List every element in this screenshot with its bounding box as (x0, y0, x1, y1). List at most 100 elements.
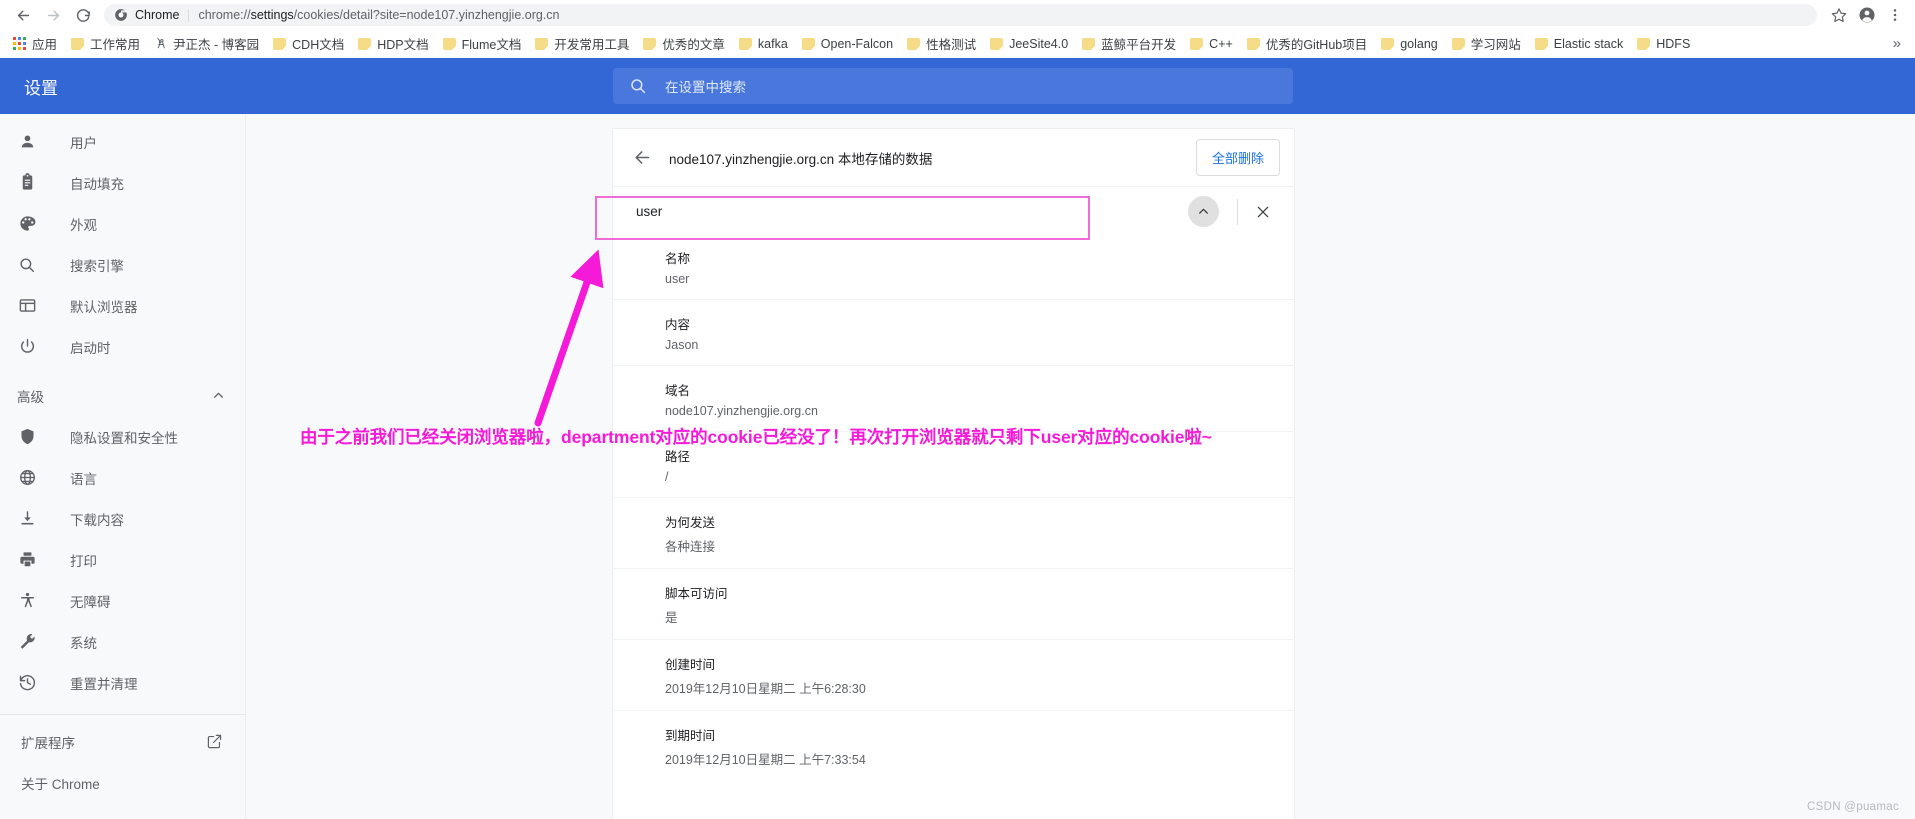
sidebar-item-label: 隐私设置和安全性 (70, 430, 178, 446)
bookmark-item-label: 优秀的GitHub项目 (1265, 38, 1368, 52)
sidebar-item[interactable]: 默认浏览器 (0, 285, 245, 326)
bookmark-item[interactable]: C++ (1183, 33, 1240, 55)
sidebar-divider (0, 714, 245, 715)
download-icon (17, 509, 37, 529)
settings-search-placeholder: 在设置中搜索 (665, 80, 746, 95)
folder-icon (1190, 37, 1204, 50)
search-row-separator (1237, 198, 1238, 225)
power-icon (17, 337, 37, 357)
sidebar-item[interactable]: 自动填充 (0, 162, 245, 203)
bookmark-item-label: 优秀的文章 (662, 38, 725, 52)
sidebar-item-label: 语言 (70, 471, 97, 487)
bookmark-item-label: CDH文档 (292, 38, 345, 52)
bookmark-item-label: HDP文档 (377, 38, 429, 52)
bookmark-item[interactable]: golang (1374, 33, 1445, 55)
folder-icon (990, 37, 1004, 50)
collapse-button[interactable] (1188, 196, 1219, 227)
three-dot-menu-icon[interactable] (1881, 0, 1909, 30)
omnibox-scheme-label: Chrome (135, 8, 180, 22)
bookmark-item[interactable]: 优秀的文章 (636, 33, 732, 55)
settings-brand[interactable]: 设置 (24, 58, 58, 114)
back-button[interactable] (8, 0, 38, 30)
bookmark-item-label: HDFS (1656, 36, 1691, 51)
sidebar-item-label: 搜索引擎 (70, 258, 124, 274)
bookmark-item[interactable]: Elastic stack (1528, 33, 1630, 55)
person-icon (17, 132, 37, 152)
cookie-detail-value: node107.yinzhengjie.org.cn (665, 404, 818, 418)
bookmark-item-label: Elastic stack (1553, 36, 1624, 51)
cookie-detail-row: 脚本可访问是 (613, 568, 1294, 639)
history-restore-icon (17, 673, 37, 693)
sidebar-item[interactable]: 启动时 (0, 326, 245, 367)
chrome-logo-icon (114, 8, 128, 22)
profile-avatar-icon[interactable] (1853, 0, 1881, 30)
bookmark-item[interactable]: 尹正杰 - 博客园 (147, 33, 266, 55)
clipboard-icon (17, 173, 37, 193)
card-back-button[interactable] (627, 143, 657, 173)
bookmark-item-label: 开发常用工具 (554, 38, 630, 52)
cookie-detail-value: / (665, 470, 669, 484)
bookmarks-overflow-icon[interactable]: » (1889, 35, 1905, 52)
cookie-detail-list: 名称 user 内容 Jason 域名 node107.yinzhengjie.org.c… (613, 236, 1294, 781)
sidebar-item[interactable]: 无障碍 (0, 580, 245, 621)
bookmark-item[interactable]: Open-Falcon (795, 33, 900, 55)
bookmark-apps[interactable]: 应用 (6, 33, 64, 55)
bookmark-item[interactable]: CDH文档 (266, 33, 351, 55)
folder-icon (643, 37, 657, 50)
bookmark-item[interactable]: 性格测试 (900, 33, 983, 55)
sidebar-item[interactable]: 重置并清理 (0, 662, 245, 703)
cookie-detail-label: 为何发送 (665, 516, 716, 530)
bookmark-item[interactable]: 蓝鲸平台开发 (1075, 33, 1183, 55)
chevron-up-icon (212, 389, 225, 402)
bookmark-item[interactable]: 工作常用 (64, 33, 147, 55)
page-title: node107.yinzhengjie.org.cn 本地存储的数据 (669, 151, 933, 167)
sidebar-item[interactable]: 用户 (0, 121, 245, 162)
address-bar[interactable]: Chrome chrome://settings/cookies/detail?… (104, 4, 1817, 26)
sidebar-item[interactable]: 搜索引擎 (0, 244, 245, 285)
folder-icon (1381, 37, 1395, 50)
sidebar-item[interactable]: 外观 (0, 203, 245, 244)
bookmark-item[interactable]: kafka (732, 33, 795, 55)
close-icon[interactable] (1250, 199, 1276, 225)
delete-all-button[interactable]: 全部删除 (1195, 139, 1280, 176)
bookmark-item[interactable]: HDFS (1630, 33, 1697, 55)
bookmark-item[interactable]: HDP文档 (351, 33, 435, 55)
sidebar-item[interactable]: 隐私设置和安全性 (0, 416, 245, 457)
star-icon[interactable] (1825, 0, 1853, 30)
bookmark-item[interactable]: 开发常用工具 (528, 33, 636, 55)
sidebar-section-advanced[interactable]: 高级 (0, 375, 245, 416)
sidebar-item[interactable]: 系统 (0, 621, 245, 662)
settings-search-input[interactable]: 在设置中搜索 (613, 68, 1293, 104)
cookie-detail-value: 是 (665, 611, 678, 625)
folder-icon (442, 37, 456, 50)
bookmark-item[interactable]: 学习网站 (1445, 33, 1528, 55)
sidebar-item[interactable]: 下载内容 (0, 498, 245, 539)
bookmark-item-label: 性格测试 (926, 38, 977, 52)
sidebar-item[interactable]: 打印 (0, 539, 245, 580)
accessibility-icon (17, 591, 37, 611)
cookie-detail-row: 域名 node107.yinzhengjie.org.cn (613, 365, 1294, 431)
folder-icon (738, 37, 752, 50)
folder-icon (1082, 37, 1096, 50)
folder-icon (535, 37, 549, 50)
palette-icon (17, 214, 37, 234)
cookie-detail-label: 域名 (665, 384, 691, 398)
search-icon (17, 255, 37, 275)
sidebar-link[interactable]: 扩展程序 (0, 721, 245, 762)
bookmark-item[interactable]: 优秀的GitHub项目 (1240, 33, 1374, 55)
bookmark-item[interactable]: Flume文档 (436, 33, 529, 55)
cookie-detail-value: Jason (665, 338, 699, 352)
bookmark-item-label: 工作常用 (90, 38, 141, 52)
browser-toolbar: Chrome chrome://settings/cookies/detail?… (0, 0, 1915, 30)
reload-button[interactable] (68, 0, 98, 30)
sidebar-item[interactable]: 语言 (0, 457, 245, 498)
sidebar-item-label: 外观 (70, 217, 97, 233)
sidebar-link[interactable]: 关于 Chrome (0, 762, 245, 803)
cookie-search-input[interactable]: user (636, 204, 1188, 219)
wrench-icon (17, 632, 37, 652)
folder-icon (801, 37, 815, 50)
printer-icon (17, 550, 37, 570)
forward-button[interactable] (38, 0, 68, 30)
sidebar-link-label: 扩展程序 (21, 735, 75, 751)
bookmark-item[interactable]: JeeSite4.0 (983, 33, 1075, 55)
